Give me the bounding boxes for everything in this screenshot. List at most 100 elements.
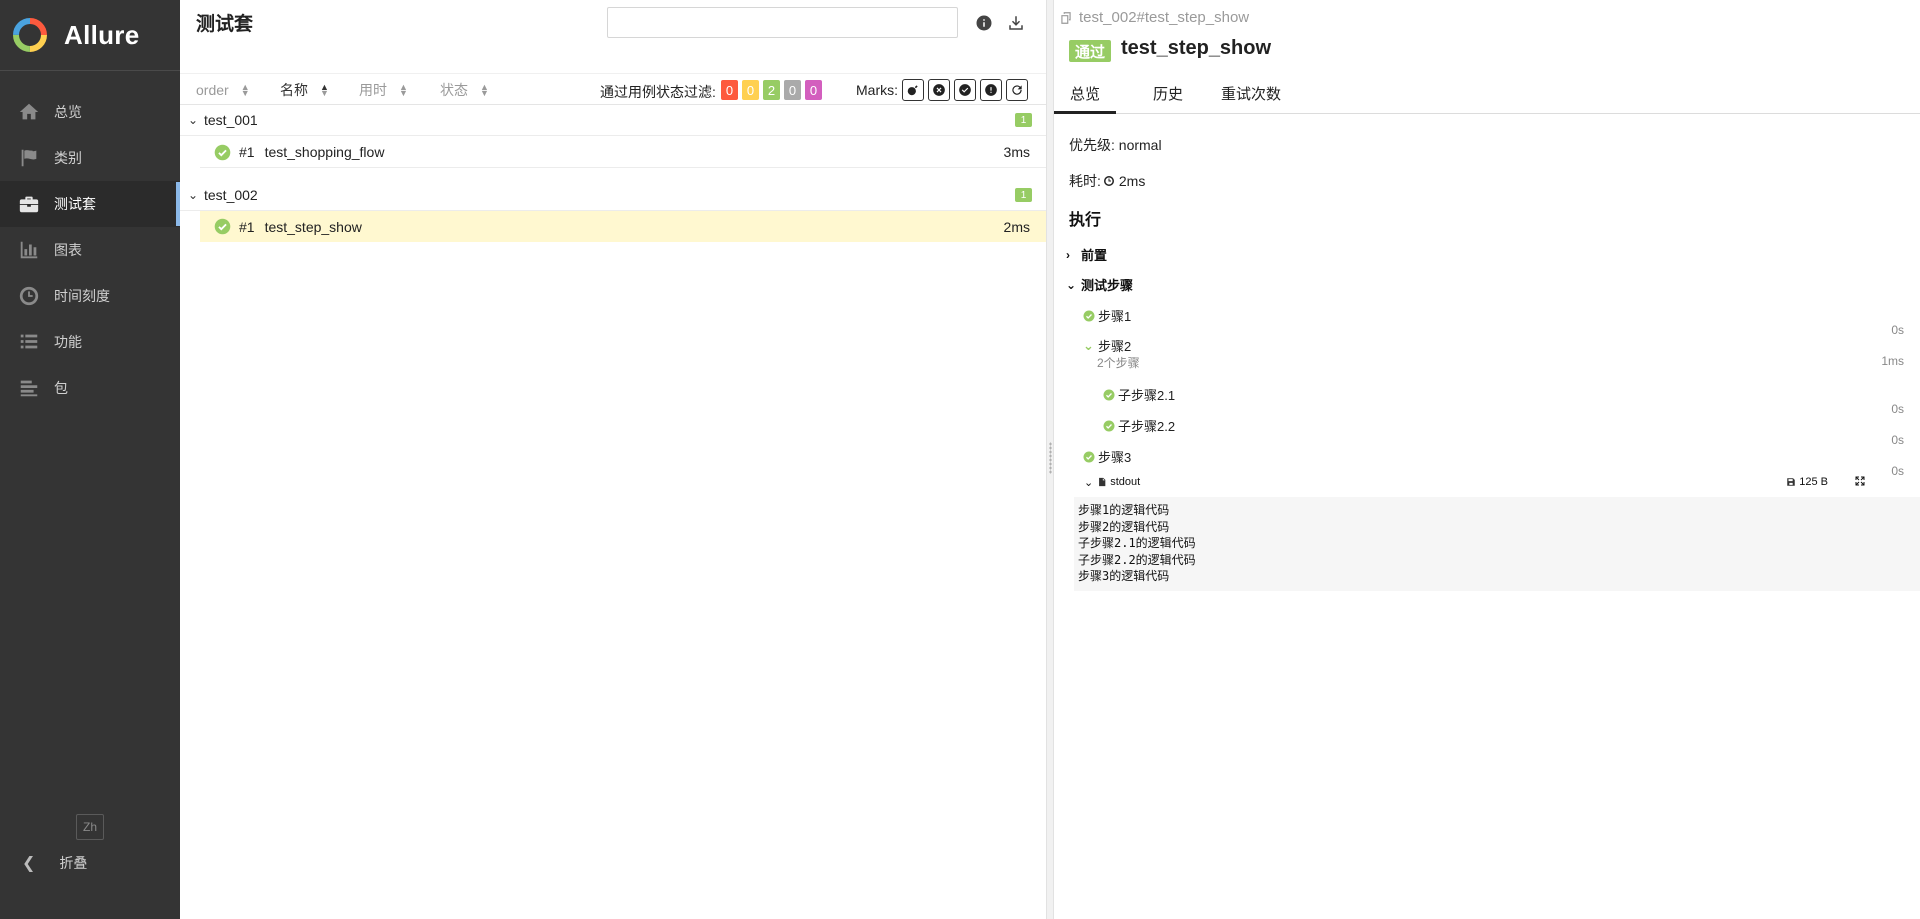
refresh-icon: [1012, 85, 1022, 95]
mark-new-failed-toggle[interactable]: [928, 79, 950, 101]
sort-order[interactable]: order ▲ ▼: [196, 74, 250, 106]
chevron-down-icon: ⌄: [1083, 337, 1094, 353]
filter-passed-count[interactable]: 2: [763, 80, 780, 100]
stdout-line: 步骤2的逻辑代码: [1078, 519, 1170, 534]
tab-history[interactable]: 历史: [1137, 78, 1199, 114]
setup-section-toggle[interactable]: › 前置: [1066, 245, 1107, 264]
chevron-right-icon: ›: [1066, 247, 1070, 262]
filter-failed-count[interactable]: 0: [721, 80, 738, 100]
chevron-down-icon: ⌄: [1066, 277, 1077, 292]
sidebar-item-label: 总览: [54, 104, 82, 120]
suite-group-test-002[interactable]: ⌄ test_002 1: [180, 179, 1046, 211]
step-name: 步骤1: [1098, 309, 1132, 324]
passed-status-icon: [214, 218, 231, 235]
attachment-size-text: 125 B: [1799, 476, 1828, 488]
stdout-content: 步骤1的逻辑代码 步骤2的逻辑代码 子步骤2.1的逻辑代码 子步骤2.2的逻辑代码 步骤…: [1074, 497, 1920, 591]
test-case-row-selected[interactable]: #1 test_step_show 2ms: [200, 211, 1046, 242]
sidebar-item-suites[interactable]: 测试套: [0, 181, 180, 227]
setup-label: 前置: [1081, 248, 1108, 263]
test-steps-section-toggle[interactable]: ⌄ 测试步骤: [1066, 275, 1133, 294]
sidebar-item-behaviors[interactable]: 功能: [0, 319, 180, 365]
step-duration: 0s: [1891, 402, 1904, 416]
sidebar-item-overview[interactable]: 总览: [0, 89, 180, 135]
search-input[interactable]: [607, 7, 958, 38]
suite-group-count-badge: 1: [1015, 113, 1032, 127]
mark-new-broken-toggle[interactable]: [980, 79, 1002, 101]
collapse-sidebar-button[interactable]: ❮ 折叠: [22, 853, 87, 873]
mark-new-passed-toggle[interactable]: [954, 79, 976, 101]
mark-flaky-toggle[interactable]: [902, 79, 924, 101]
sort-name[interactable]: 名称 ▲ ▼: [280, 74, 329, 106]
step-substep-count: 2个步骤: [1097, 356, 1140, 370]
severity-field: 优先级: normal: [1069, 135, 1162, 155]
clock-icon: [18, 285, 40, 307]
attachment-row[interactable]: ⌄ stdout 125 B: [1084, 473, 1910, 491]
test-title: test_step_show: [1121, 37, 1272, 59]
status-filter-label: 通过用例状态过滤:: [600, 84, 716, 100]
stdout-line: 子步骤2.2的逻辑代码: [1078, 552, 1196, 567]
sort-arrows-icon: ▲ ▼: [480, 82, 489, 98]
tab-overview[interactable]: 总览: [1054, 78, 1117, 114]
sort-arrows-icon: ▲ ▼: [320, 82, 329, 98]
passed-status-icon: [1103, 420, 1115, 431]
align-left-icon: [18, 377, 40, 399]
sidebar-item-timeline[interactable]: 时间刻度: [0, 273, 180, 319]
bomb-icon: [907, 85, 918, 96]
step-name: 步骤3: [1098, 450, 1132, 465]
test-case-number: #1: [239, 144, 255, 160]
bar-chart-icon: [18, 239, 40, 261]
duration-label: 耗时:: [1069, 173, 1101, 189]
passed-status-icon: [214, 144, 231, 160]
language-switcher[interactable]: Zh: [76, 814, 104, 840]
breadcrumb-text: test_002#test_step_show: [1079, 9, 1250, 26]
sort-arrows-icon: ▲ ▼: [240, 82, 250, 98]
suites-pane: 测试套 order ▲ ▼ 名称 ▲ ▼ 用时 ▲ ▼ 状态 ▲ ▼ 通过用例状…: [180, 0, 1046, 919]
filter-unknown-count[interactable]: 0: [805, 80, 822, 100]
sort-duration[interactable]: 用时 ▲ ▼: [359, 74, 408, 106]
chevron-left-icon: ❮: [22, 855, 36, 872]
list-icon: [18, 331, 40, 353]
step-name: 子步骤2.2: [1118, 419, 1176, 434]
marks-label: Marks:: [856, 82, 898, 98]
step-row-expanded[interactable]: ⌄ 步骤2: [1083, 336, 1131, 355]
sidebar-item-packages[interactable]: 包: [0, 365, 180, 411]
step-row[interactable]: 步骤1: [1083, 306, 1131, 325]
passed-status-icon: [1083, 310, 1095, 321]
step-duration: 0s: [1891, 323, 1904, 337]
download-icon[interactable]: [1005, 12, 1027, 34]
step-name: 子步骤2.1: [1118, 388, 1176, 403]
suite-group-test-001[interactable]: ⌄ test_001 1: [180, 104, 1046, 136]
duration-value: 2ms: [1118, 173, 1146, 189]
attachment-size: 125 B: [1786, 476, 1828, 488]
exclamation-circle-icon: [985, 84, 997, 96]
substep-row[interactable]: 子步骤2.2: [1103, 416, 1175, 435]
allure-logo-icon: [13, 18, 47, 52]
sort-status[interactable]: 状态 ▲ ▼: [440, 74, 489, 106]
step-duration: 0s: [1891, 433, 1904, 447]
brand[interactable]: Allure: [0, 0, 180, 71]
stdout-line: 步骤1的逻辑代码: [1078, 503, 1170, 517]
breadcrumb[interactable]: test_002#test_step_show: [1059, 9, 1249, 26]
suite-group-name: test_002: [204, 186, 258, 203]
filter-skipped-count[interactable]: 0: [784, 80, 801, 100]
clock-icon: [1103, 176, 1114, 186]
check-circle-icon: [959, 84, 971, 96]
allure-report-app: Allure 总览 类别 测试套 图表 时间刻度 功能 包 Zh ❮ 折叠 测试…: [0, 0, 1920, 919]
briefcase-icon: [18, 193, 40, 215]
tab-retries[interactable]: 重试次数: [1205, 78, 1297, 114]
sidebar-item-graphs[interactable]: 图表: [0, 227, 180, 273]
filter-broken-count[interactable]: 0: [742, 80, 759, 100]
status-badge: 通过: [1069, 40, 1112, 62]
pane-splitter[interactable]: [1046, 0, 1054, 919]
sidebar: Allure 总览 类别 测试套 图表 时间刻度 功能 包 Zh ❮ 折叠: [0, 0, 180, 919]
expand-icon[interactable]: [1854, 475, 1868, 489]
info-icon[interactable]: [973, 12, 995, 34]
mark-retries-toggle[interactable]: [1006, 79, 1028, 101]
test-case-name: test_step_show: [264, 218, 362, 235]
step-row[interactable]: 步骤3: [1083, 447, 1131, 466]
test-case-row[interactable]: #1 test_shopping_flow 3ms: [200, 137, 1046, 168]
substep-row[interactable]: 子步骤2.1: [1103, 385, 1175, 404]
sidebar-item-categories[interactable]: 类别: [0, 135, 180, 181]
chevron-down-icon: ⌄: [188, 112, 199, 127]
sort-filter-bar: order ▲ ▼ 名称 ▲ ▼ 用时 ▲ ▼ 状态 ▲ ▼ 通过用例状态过滤: 0 0…: [180, 73, 1046, 105]
